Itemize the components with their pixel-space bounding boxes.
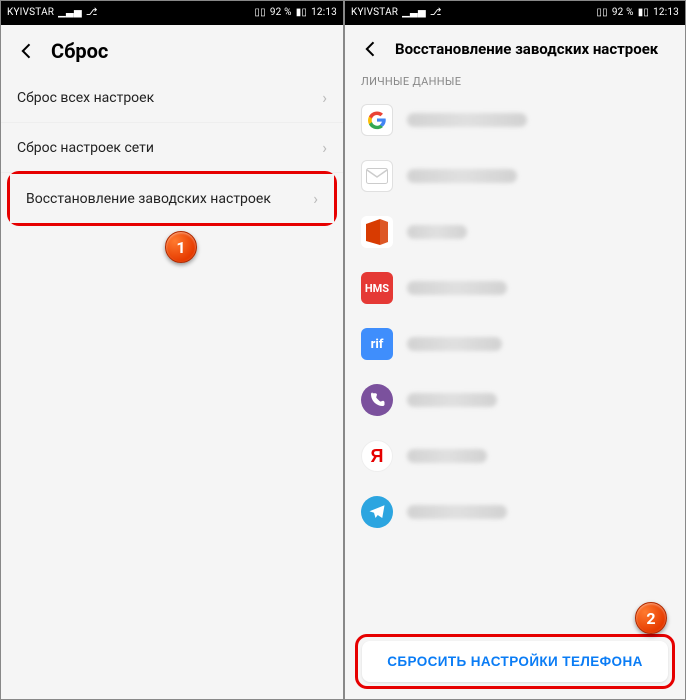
yandex-icon: Я [361,440,393,472]
battery-icon: ▮▯ [296,8,307,18]
header: Сброс [1,25,343,73]
back-icon[interactable] [361,39,381,59]
page-title: Восстановление заводских настроек [395,40,658,58]
telegram-icon [361,496,393,528]
page-title: Сброс [51,39,108,63]
screen-factory-reset: Восстановление заводских настроек ЛИЧНЫЕ… [345,25,685,699]
account-label-blurred [407,281,507,295]
account-label-blurred [407,505,507,519]
back-icon[interactable] [17,41,37,61]
google-icon [361,104,393,136]
account-label-blurred [407,337,502,351]
carrier-label: KYIVSTAR [7,8,54,18]
row-factory-reset[interactable]: Восстановление заводских настроек › [10,174,334,223]
carrier-label: KYIVSTAR [351,8,398,18]
signal-icon: ▁▃▅ [58,8,82,18]
dual-phone-container: KYIVSTAR ▁▃▅ ⎇ ▯▯ 92 % ▮▯ 12:13 Сброс Сб… [0,0,686,700]
section-personal-data: ЛИЧНЫЕ ДАННЫЕ [345,69,685,92]
account-row[interactable] [345,148,685,204]
account-label-blurred [407,113,527,127]
battery-percent: 92 % [612,8,634,18]
battery-percent: 92 % [270,8,292,18]
wifi-icon: ⎇ [430,8,442,18]
account-row[interactable]: HMS [345,260,685,316]
account-label-blurred [407,393,497,407]
rif-icon: rif [361,328,393,360]
account-row[interactable] [345,204,685,260]
clock: 12:13 [311,8,337,18]
status-bar: KYIVSTAR ▁▃▅ ⎇ ▯▯ 92 % ▮▯ 12:13 [345,1,685,25]
account-label-blurred [407,225,467,239]
signal-icon: ▁▃▅ [402,8,426,18]
row-reset-all[interactable]: Сброс всех настроек › [1,73,343,123]
vibrate-icon: ▯▯ [254,8,265,18]
account-row[interactable] [345,92,685,148]
row-label: Сброс настроек сети [17,140,322,156]
wifi-icon: ⎇ [86,8,98,18]
step-badge-2: 2 [635,602,667,634]
phone-left: KYIVSTAR ▁▃▅ ⎇ ▯▯ 92 % ▮▯ 12:13 Сброс Сб… [1,1,343,699]
highlight-factory-reset: Восстановление заводских настроек › [7,171,337,226]
account-row[interactable]: rif [345,316,685,372]
account-label-blurred [407,169,517,183]
header: Восстановление заводских настроек [345,25,685,69]
account-row[interactable] [345,372,685,428]
battery-icon: ▮▯ [638,8,649,18]
hms-icon: HMS [361,272,393,304]
chevron-right-icon: › [313,189,318,208]
account-row[interactable] [345,484,685,540]
phone-right: KYIVSTAR ▁▃▅ ⎇ ▯▯ 92 % ▮▯ 12:13 Восстано… [343,1,685,699]
chevron-right-icon: › [322,88,327,107]
chevron-right-icon: › [322,138,327,157]
step-badge-1: 1 [165,231,197,263]
bottom-button-area: СБРОСИТЬ НАСТРОЙКИ ТЕЛЕФОНА 2 [345,626,685,699]
status-bar: KYIVSTAR ▁▃▅ ⎇ ▯▯ 92 % ▮▯ 12:13 [1,1,343,25]
row-label: Сброс всех настроек [17,90,322,106]
vibrate-icon: ▯▯ [596,8,607,18]
viber-icon [361,384,393,416]
reset-list: Сброс всех настроек › Сброс настроек сет… [1,73,343,226]
mail-icon [361,160,393,192]
screen-reset-menu: Сброс Сброс всех настроек › Сброс настро… [1,25,343,699]
account-list[interactable]: HMS rif Я [345,92,685,626]
reset-phone-button[interactable]: СБРОСИТЬ НАСТРОЙКИ ТЕЛЕФОНА [362,641,668,682]
account-label-blurred [407,449,487,463]
highlight-reset-button: СБРОСИТЬ НАСТРОЙКИ ТЕЛЕФОНА [355,634,675,689]
row-label: Восстановление заводских настроек [26,191,313,207]
office-icon [361,216,393,248]
clock: 12:13 [653,8,679,18]
row-reset-network[interactable]: Сброс настроек сети › [1,123,343,173]
account-row[interactable]: Я [345,428,685,484]
